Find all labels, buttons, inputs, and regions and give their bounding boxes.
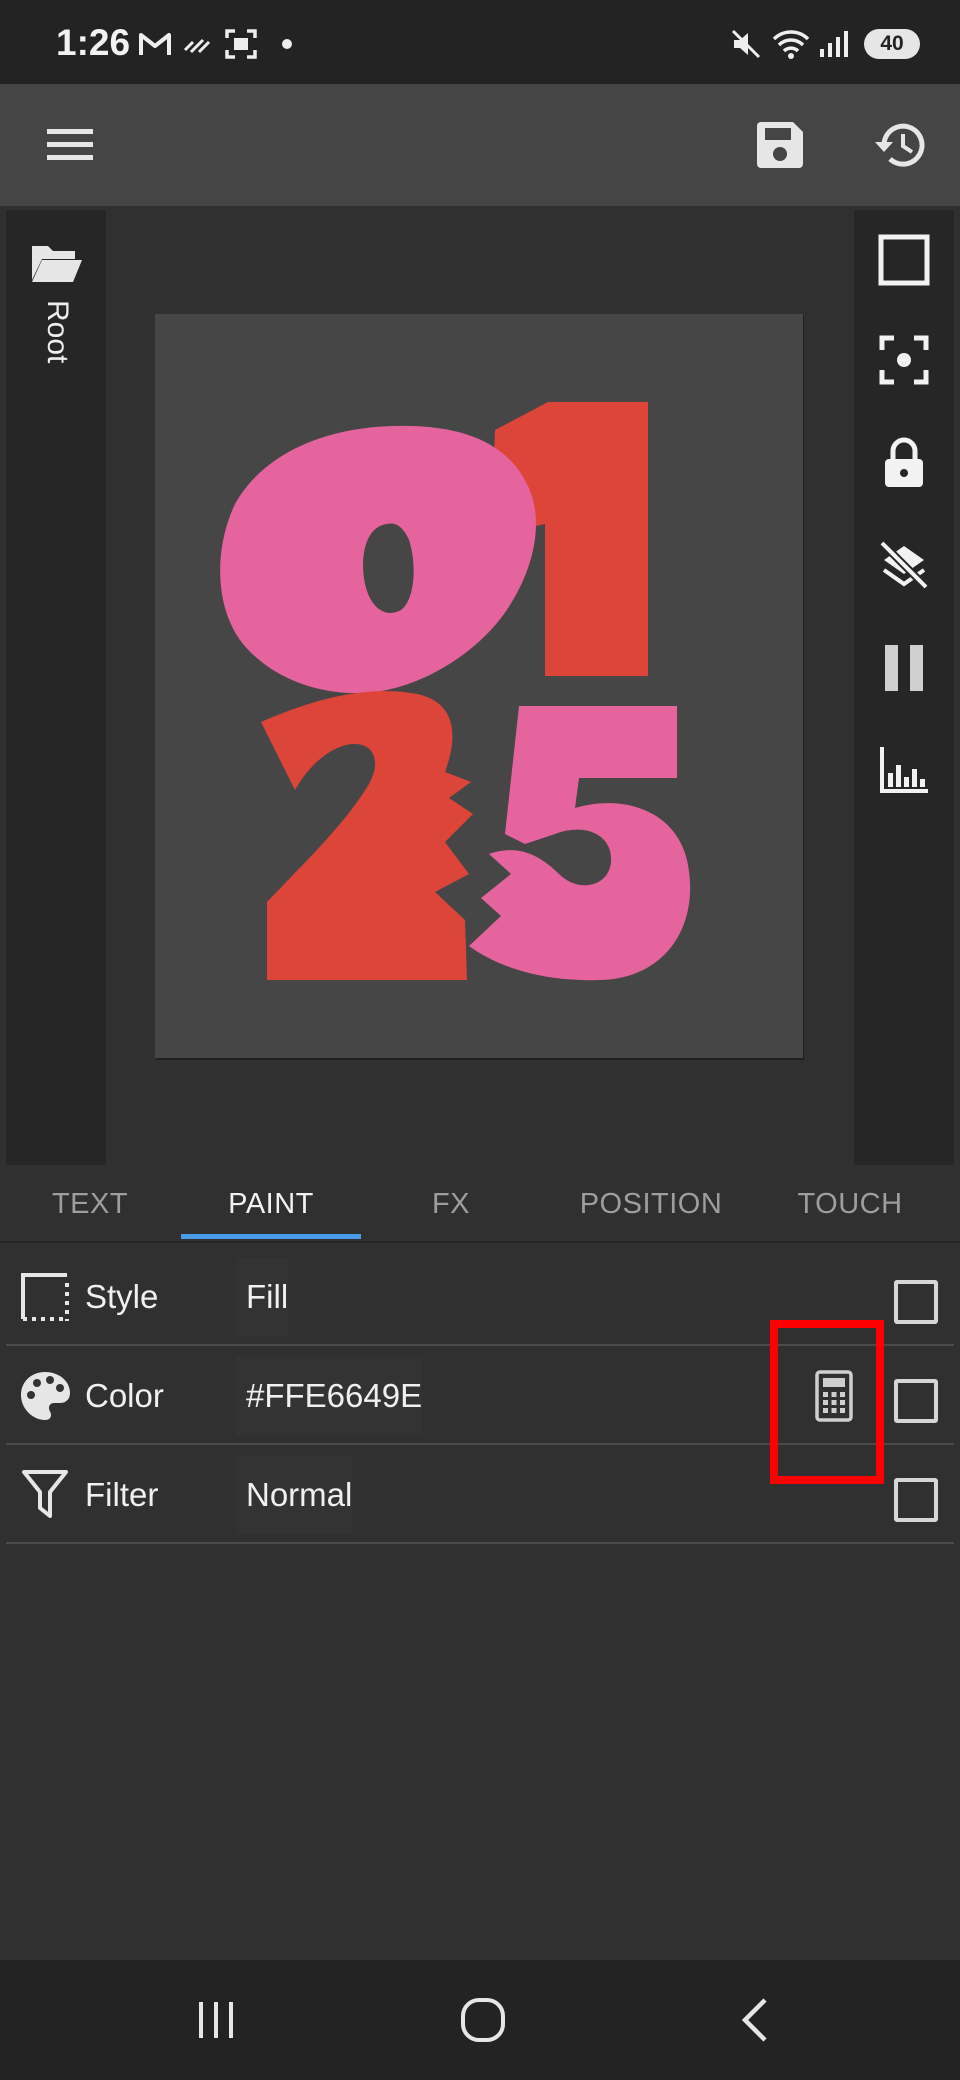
artboard[interactable] <box>155 314 803 1058</box>
root-label[interactable]: Root <box>34 300 74 363</box>
lock-icon <box>885 437 923 487</box>
style-value[interactable]: Fill <box>236 1258 289 1336</box>
system-nav-bar <box>0 1960 960 2080</box>
dot-icon <box>282 39 292 49</box>
digit-5-shape <box>469 706 691 981</box>
square-outline-icon <box>878 234 930 286</box>
equalizer-icon <box>880 747 928 793</box>
property-row-style[interactable]: Style Fill <box>6 1248 954 1346</box>
recents-icon <box>199 2002 233 2038</box>
top-toolbar <box>0 84 960 206</box>
status-time: 1:26 <box>56 22 131 63</box>
tab-touch[interactable]: TOUCH <box>760 1165 940 1243</box>
tab-paint[interactable]: PAINT <box>181 1165 361 1243</box>
tab-fx[interactable]: FX <box>361 1165 541 1243</box>
layers-off-icon <box>879 540 929 590</box>
focus-center-icon <box>879 335 929 385</box>
wifi-icon <box>772 30 810 59</box>
back-button[interactable] <box>712 1978 796 2062</box>
status-left-icons <box>138 26 294 62</box>
tab-position[interactable]: POSITION <box>551 1165 751 1243</box>
active-tab-indicator <box>181 1234 361 1239</box>
color-value[interactable]: #FFE6649E <box>236 1357 423 1435</box>
back-icon <box>741 1998 767 2042</box>
color-calculator-button[interactable] <box>806 1368 862 1424</box>
save-icon <box>757 122 803 168</box>
menu-icon <box>47 129 93 160</box>
filter-funnel-icon <box>18 1468 72 1522</box>
screenshot-icon <box>225 29 257 59</box>
cell-signal-icon <box>820 31 848 57</box>
color-label: Color <box>85 1377 164 1414</box>
palette-icon <box>18 1369 72 1423</box>
center-focus-button[interactable] <box>874 330 934 390</box>
property-row-color[interactable]: Color #FFE6649E <box>6 1347 954 1445</box>
mute-icon <box>731 29 761 59</box>
status-right-icons: 40 <box>730 24 920 64</box>
history-icon <box>875 123 925 167</box>
lock-button[interactable] <box>874 433 934 493</box>
property-tabs: TEXT PAINT FX POSITION TOUCH <box>0 1165 960 1243</box>
home-icon <box>461 1998 505 2042</box>
status-bar: 1:26 40 <box>0 0 960 84</box>
pause-button[interactable] <box>874 638 934 698</box>
hide-layers-button[interactable] <box>874 535 934 595</box>
recents-button[interactable] <box>174 1978 258 2062</box>
stats-button[interactable] <box>874 740 934 800</box>
select-rectangle-button[interactable] <box>874 230 934 290</box>
filter-value[interactable]: Normal <box>236 1456 353 1534</box>
filter-checkbox[interactable] <box>894 1478 938 1522</box>
signal-lines-icon <box>183 38 211 54</box>
battery-icon: 40 <box>864 29 920 59</box>
property-row-filter[interactable]: Filter Normal <box>6 1446 954 1544</box>
dotted-border-icon <box>18 1270 72 1324</box>
gmail-icon <box>139 33 171 55</box>
menu-button[interactable] <box>35 110 105 180</box>
history-button[interactable] <box>865 110 935 180</box>
digit-2-shape <box>261 691 473 980</box>
filter-label: Filter <box>85 1476 159 1513</box>
save-button[interactable] <box>745 110 815 180</box>
digit-0-shape <box>220 425 536 694</box>
style-checkbox[interactable] <box>894 1280 938 1324</box>
artwork-0125 <box>220 402 691 981</box>
calculator-icon <box>815 1370 853 1422</box>
home-button[interactable] <box>441 1978 525 2062</box>
tab-text[interactable]: TEXT <box>0 1165 180 1243</box>
color-checkbox[interactable] <box>894 1379 938 1423</box>
pause-icon <box>885 645 923 691</box>
style-label: Style <box>85 1278 159 1315</box>
folder-open-icon <box>32 246 82 282</box>
tools-rail <box>854 210 954 1165</box>
root-folder-button[interactable] <box>28 240 84 286</box>
